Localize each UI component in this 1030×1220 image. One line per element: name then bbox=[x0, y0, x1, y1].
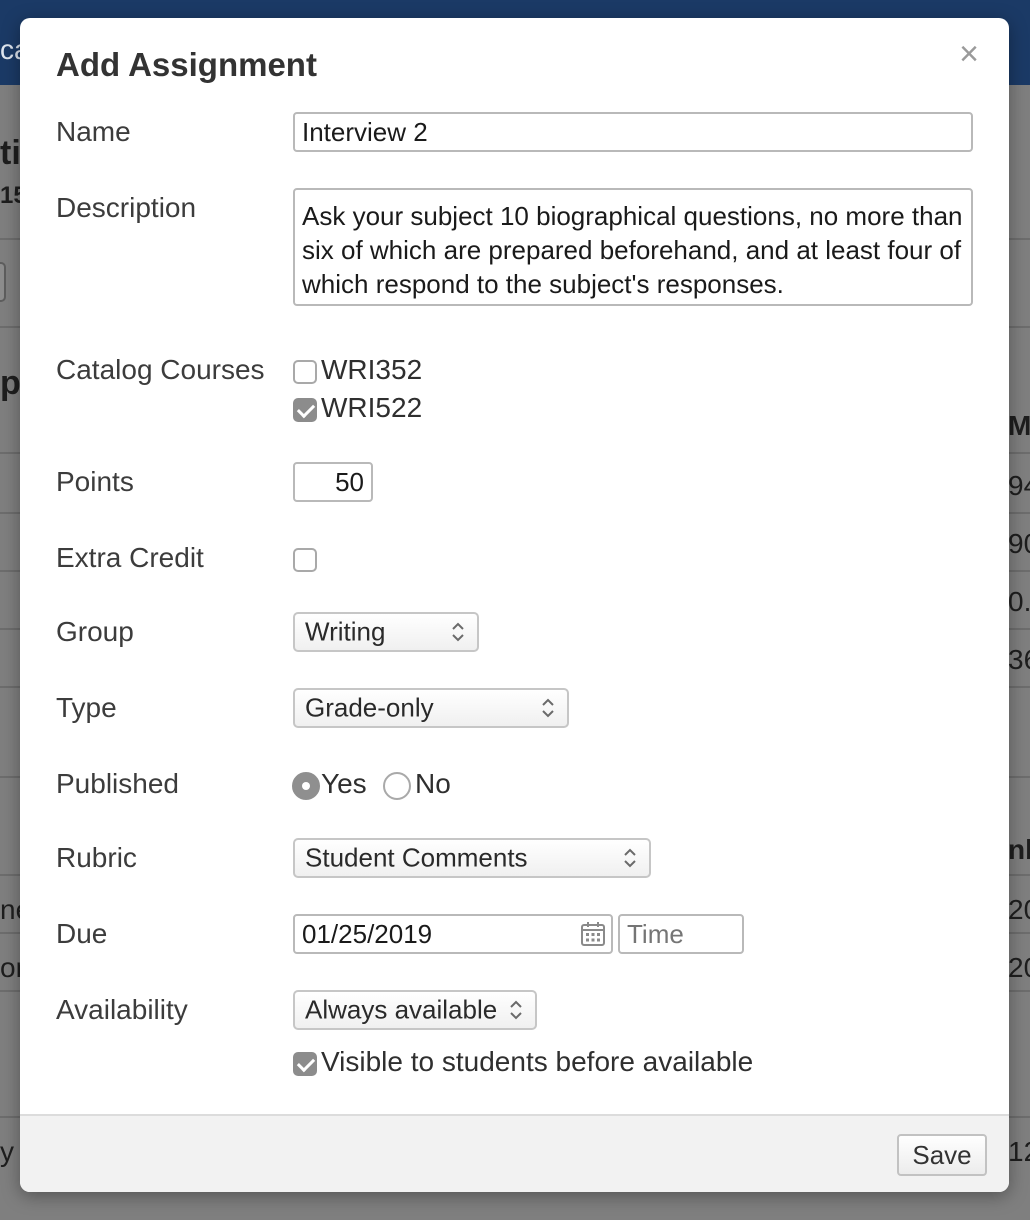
rubric-label: Rubric bbox=[56, 842, 137, 873]
catalog-courses-label: Catalog Courses bbox=[56, 354, 265, 385]
background-text: 20 bbox=[1008, 952, 1030, 983]
background-text: nb bbox=[1008, 834, 1030, 865]
background-text: 90 bbox=[1008, 528, 1030, 559]
published-no-label: No bbox=[415, 768, 451, 799]
background-text: 0.0 bbox=[1008, 586, 1030, 617]
name-input[interactable] bbox=[293, 112, 973, 152]
wri522-label: WRI522 bbox=[321, 392, 423, 423]
availability-select-value: Always available bbox=[305, 994, 498, 1025]
chevron-updown-icon bbox=[542, 698, 554, 718]
group-select-value: Writing bbox=[305, 616, 386, 647]
name-label: Name bbox=[56, 116, 131, 147]
due-date-input[interactable] bbox=[293, 914, 613, 954]
visible-before-available-checkbox[interactable] bbox=[293, 1052, 317, 1076]
published-label: Published bbox=[56, 768, 179, 799]
due-label: Due bbox=[56, 918, 108, 949]
modal-footer: Save bbox=[20, 1114, 1009, 1192]
wri352-checkbox[interactable] bbox=[293, 360, 317, 384]
type-select-value: Grade-only bbox=[305, 692, 434, 723]
wri522-checkbox[interactable] bbox=[293, 398, 317, 422]
description-textarea[interactable]: Ask your subject 10 biographical questio… bbox=[293, 188, 973, 306]
published-yes-label: Yes bbox=[321, 768, 367, 799]
background-text: Mc bbox=[1008, 410, 1030, 441]
extra-credit-checkbox[interactable] bbox=[293, 548, 317, 572]
type-label: Type bbox=[56, 692, 117, 723]
save-button[interactable]: Save bbox=[897, 1134, 987, 1176]
add-assignment-modal: Add Assignment × Name Description Ask yo… bbox=[20, 18, 1009, 1192]
type-select[interactable]: Grade-only bbox=[293, 688, 569, 728]
background-text: 36 bbox=[1008, 644, 1030, 675]
chevron-updown-icon bbox=[624, 848, 636, 868]
background-text: 20 bbox=[1008, 894, 1030, 925]
background-text: y bbox=[0, 1136, 14, 1167]
availability-select[interactable]: Always available bbox=[293, 990, 537, 1030]
group-select[interactable]: Writing bbox=[293, 612, 479, 652]
background-button bbox=[0, 262, 6, 302]
close-icon[interactable]: × bbox=[951, 36, 987, 72]
calendar-icon[interactable] bbox=[580, 921, 606, 947]
availability-label: Availability bbox=[56, 994, 188, 1025]
points-label: Points bbox=[56, 466, 134, 497]
extra-credit-label: Extra Credit bbox=[56, 542, 204, 573]
group-label: Group bbox=[56, 616, 134, 647]
wri352-label: WRI352 bbox=[321, 354, 423, 385]
background-text: ti bbox=[0, 134, 21, 172]
modal-title: Add Assignment bbox=[56, 46, 317, 83]
chevron-updown-icon bbox=[452, 622, 464, 642]
visible-before-available-label: Visible to students before available bbox=[321, 1046, 754, 1077]
background-text: 94 bbox=[1008, 470, 1030, 501]
rubric-select-value: Student Comments bbox=[305, 842, 528, 873]
due-time-input[interactable] bbox=[618, 914, 744, 954]
background-text: 12 bbox=[1008, 1136, 1030, 1167]
chevron-updown-icon bbox=[510, 1000, 522, 1020]
description-label: Description bbox=[56, 192, 197, 223]
rubric-select[interactable]: Student Comments bbox=[293, 838, 651, 878]
points-input[interactable] bbox=[293, 462, 373, 502]
published-no-radio[interactable] bbox=[383, 772, 411, 800]
background-text: p bbox=[0, 364, 21, 402]
published-yes-radio[interactable] bbox=[292, 772, 320, 800]
